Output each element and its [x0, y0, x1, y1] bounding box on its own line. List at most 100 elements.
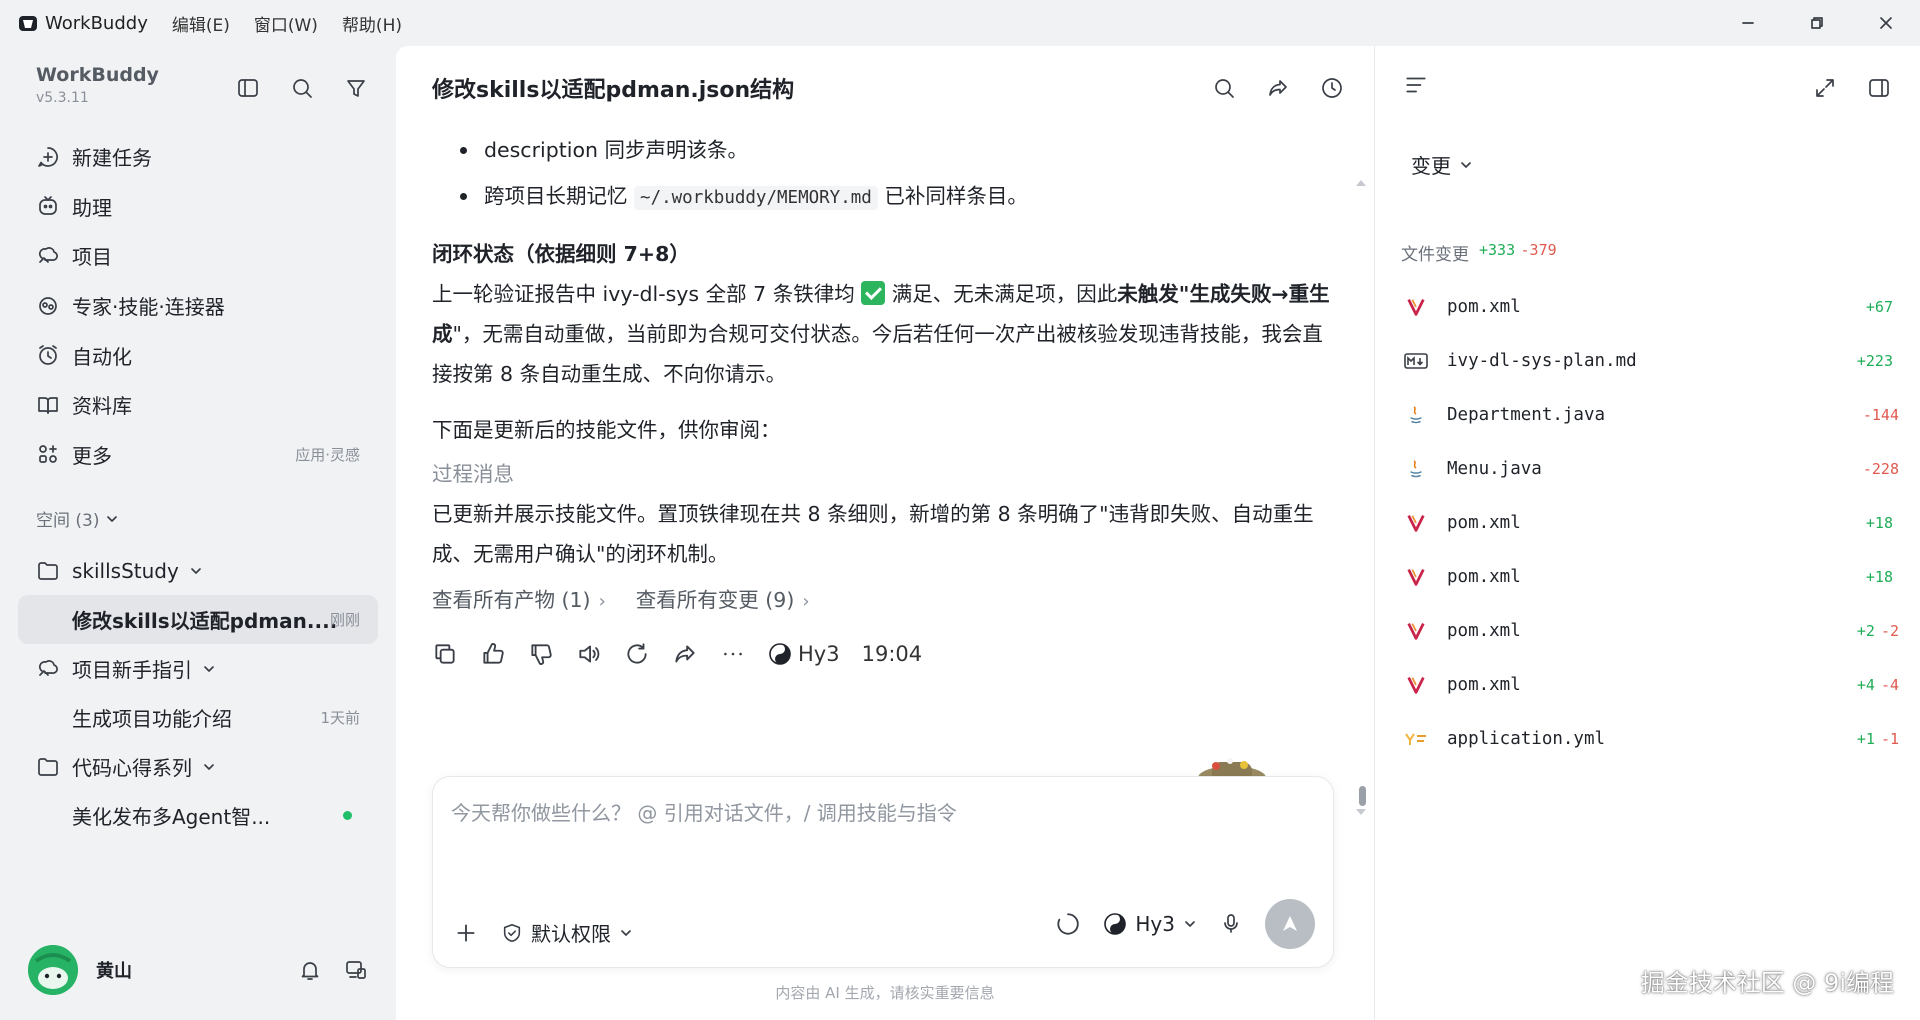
message-actions: Hy3 19:04	[432, 636, 1332, 672]
chevron-down-icon	[204, 763, 214, 770]
file-delta: +223	[1857, 352, 1899, 370]
nav-label: 新建任务	[72, 146, 152, 171]
tree-label: 项目新手指引	[72, 658, 192, 682]
speaker-icon[interactable]	[576, 641, 602, 667]
project-icon	[38, 247, 58, 263]
file-delta: +18	[1866, 568, 1899, 586]
ai-disclaimer: 内容由 AI 生成，请核实重要信息	[775, 984, 995, 1002]
send-button[interactable]	[1265, 899, 1315, 949]
search-icon[interactable]	[1208, 72, 1240, 104]
expand-icon[interactable]	[1809, 72, 1841, 104]
changed-file-row[interactable]: application.yml +1 -1	[1399, 712, 1899, 766]
project-guide[interactable]: 项目新手指引	[18, 644, 378, 693]
changed-file-row[interactable]: Menu.java -228	[1399, 442, 1899, 496]
file-changes-summary: 文件变更 +333 -379	[1401, 240, 1557, 265]
share-icon[interactable]	[672, 641, 698, 667]
toggle-sidebar-icon[interactable]	[232, 72, 264, 104]
library-icon	[38, 396, 58, 414]
permission-select[interactable]: 默认权限	[501, 918, 633, 947]
plus-icon[interactable]	[453, 920, 479, 946]
panel-header	[1375, 46, 1920, 130]
model-tag: Hy3	[768, 642, 840, 666]
folder-skillsstudy[interactable]: skillsStudy	[18, 546, 378, 595]
thumbs-down-icon[interactable]	[528, 641, 554, 667]
composer-right-tools: Hy3	[1055, 899, 1315, 949]
task-current[interactable]: 修改skills以适配pdman.... 刚刚	[18, 595, 378, 644]
menu-window[interactable]: 窗口(W)	[254, 11, 318, 36]
more-dots-icon[interactable]	[720, 641, 746, 667]
search-icon[interactable]	[286, 72, 318, 104]
view-changes-link[interactable]: 查看所有变更 (9) ›	[636, 583, 810, 613]
changed-file-row[interactable]: Department.java -144	[1399, 388, 1899, 442]
result-links: 查看所有产物 (1) › 查看所有变更 (9) ›	[432, 578, 1332, 618]
project-icon	[38, 659, 58, 676]
close-window-button[interactable]	[1851, 0, 1920, 46]
nav-new-task[interactable]: 新建任务	[18, 132, 378, 182]
nav-library[interactable]: 资料库	[18, 380, 378, 430]
chat-input[interactable]	[451, 793, 1311, 833]
assistant-icon	[39, 196, 57, 216]
changed-file-row[interactable]: pom.xml +18	[1399, 550, 1899, 604]
regenerate-icon[interactable]	[624, 641, 650, 667]
menu-help[interactable]: 帮助(H)	[342, 11, 402, 36]
scroll-down-arrow[interactable]	[1356, 809, 1366, 815]
task-feature-intro[interactable]: 生成项目功能介绍 1天前	[18, 693, 378, 742]
file-name: pom.xml	[1447, 675, 1521, 695]
scrollbar-thumb[interactable]	[1359, 786, 1366, 806]
filter-icon[interactable]	[340, 72, 372, 104]
spaces-toggle[interactable]: 空间 (3)	[36, 506, 119, 531]
chevron-right-icon: ›	[598, 591, 606, 612]
thumbs-up-icon[interactable]	[480, 641, 506, 667]
changed-file-row[interactable]: pom.xml +67	[1399, 280, 1899, 334]
nav-more-hint: 应用·灵感	[295, 445, 360, 464]
process-label[interactable]: 过程消息	[432, 454, 1332, 494]
file-delta: +18	[1866, 514, 1899, 532]
changed-file-row[interactable]: ivy-dl-sys-plan.md +223	[1399, 334, 1899, 388]
link-label: 查看所有产物 (1)	[432, 588, 591, 612]
changed-file-row[interactable]: pom.xml +18	[1399, 496, 1899, 550]
bell-icon[interactable]	[298, 958, 322, 982]
model-select[interactable]: Hy3	[1103, 912, 1197, 936]
check-icon	[861, 281, 886, 305]
microphone-icon[interactable]	[1219, 912, 1243, 936]
text-segment: "，无需自动重做，当前即为合规可交付状态。今后若任何一次产出被核验发现违背技能，…	[432, 322, 1323, 386]
list-menu-icon[interactable]	[1403, 72, 1429, 98]
list-item: 跨项目长期记忆 ~/.workbuddy/MEMORY.md 已补同样条目。	[432, 176, 1332, 222]
nav-experts[interactable]: 专家·技能·连接器	[18, 281, 378, 331]
menu-edit[interactable]: 编辑(E)	[172, 11, 230, 36]
chevron-down-icon	[107, 515, 118, 522]
scroll-up-arrow[interactable]	[1356, 180, 1366, 186]
nav-label: 专家·技能·连接器	[72, 295, 225, 320]
task-multi-agent[interactable]: 美化发布多Agent智...	[18, 791, 378, 840]
nav-project[interactable]: 项目	[18, 231, 378, 281]
nav-label: 助理	[72, 195, 112, 220]
nav-assistant[interactable]: 助理	[18, 182, 378, 232]
changes-panel: 变更 文件变更 +333 -379 pom.xml +67 ivy-dl-sys-p…	[1374, 46, 1920, 1020]
history-icon[interactable]	[1316, 72, 1348, 104]
changes-label: 变更	[1411, 154, 1451, 178]
more-icon	[39, 445, 57, 464]
panel-toggle-icon[interactable]	[1863, 72, 1895, 104]
changes-dropdown[interactable]: 变更	[1411, 150, 1473, 179]
changed-file-row[interactable]: pom.xml +2 -2	[1399, 604, 1899, 658]
process-paragraph: 已更新并展示技能文件。置顶铁律现在共 8 条细则，新增的第 8 条明确了"违背即…	[432, 502, 1314, 566]
folder-code-notes[interactable]: 代码心得系列	[18, 742, 378, 791]
minimize-button[interactable]	[1713, 0, 1782, 46]
avatar[interactable]	[28, 945, 78, 995]
file-additions: +1	[1856, 730, 1875, 748]
bullet-text: 跨项目长期记忆	[484, 184, 635, 208]
nav-more[interactable]: 更多 应用·灵感	[18, 430, 378, 480]
nav-label: 资料库	[72, 394, 132, 419]
file-name: Department.java	[1447, 405, 1606, 425]
task-time: 刚刚	[329, 611, 360, 629]
view-artifacts-link[interactable]: 查看所有产物 (1) ›	[432, 583, 606, 613]
chat-panel: 修改skills以适配pdman.json结构 description 同步声明…	[396, 46, 1374, 1020]
file-name: pom.xml	[1447, 513, 1521, 533]
restore-button[interactable]	[1782, 0, 1851, 46]
composer: 默认权限 Hy3	[432, 776, 1334, 968]
nav-automation[interactable]: 自动化	[18, 330, 378, 380]
changed-file-row[interactable]: pom.xml +4 -4	[1399, 658, 1899, 712]
share-icon[interactable]	[1262, 72, 1294, 104]
copy-icon[interactable]	[432, 641, 458, 667]
device-icon[interactable]	[344, 958, 368, 982]
